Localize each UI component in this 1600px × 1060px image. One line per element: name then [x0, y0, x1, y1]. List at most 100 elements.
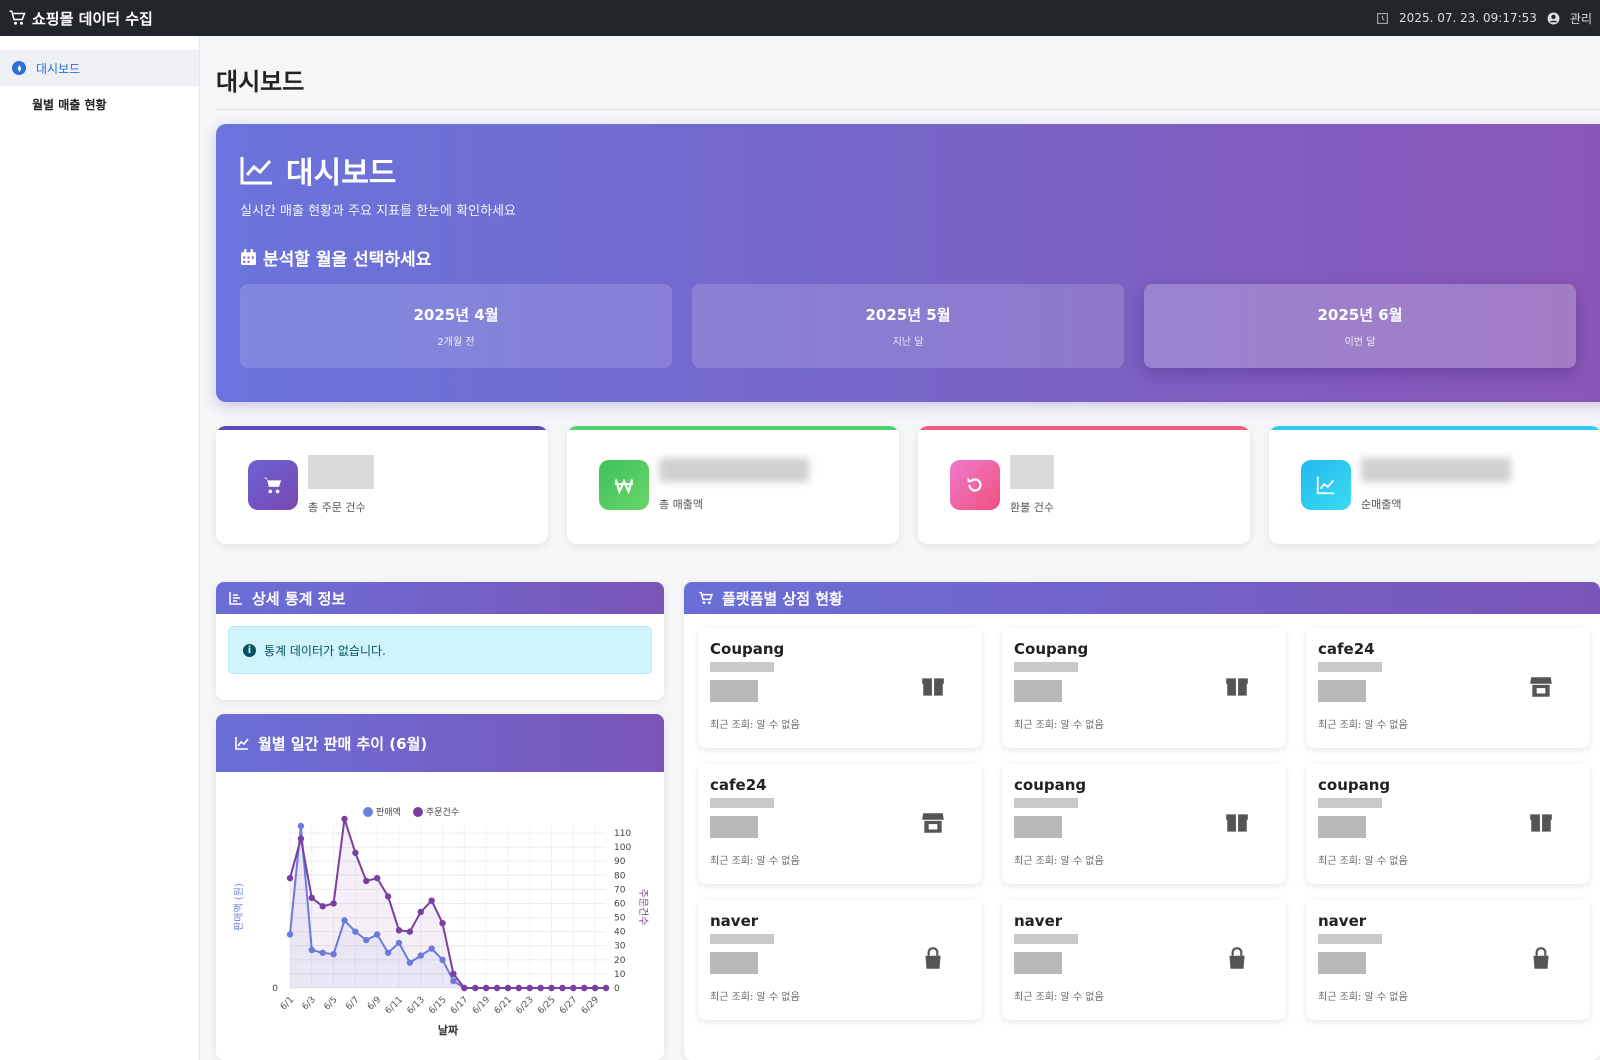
store-last-checked: 최근 조회: 알 수 없음	[1014, 992, 1104, 1003]
x-tick-label: 6/3	[301, 995, 318, 1012]
store-card[interactable]: naver 최근 조회: 알 수 없음	[698, 900, 982, 1020]
store-platform-name: cafe24	[710, 776, 767, 794]
store-value-redacted	[1318, 952, 1366, 974]
store-name-redacted	[1318, 798, 1382, 808]
store-platform-name: coupang	[1014, 776, 1087, 794]
stat-accent-bar	[216, 426, 548, 430]
panel-title: 플랫폼별 상점 현황	[722, 589, 843, 608]
store-last-checked: 최근 조회: 알 수 없음	[1318, 992, 1408, 1003]
page-title: 대시보드	[216, 62, 1600, 110]
store-last-checked: 최근 조회: 알 수 없음	[1318, 856, 1408, 867]
data-point	[352, 849, 359, 856]
x-tick-label: 6/9	[366, 995, 384, 1013]
month-relative: 2개월 전	[437, 337, 475, 348]
x-tick-label: 6/11	[384, 995, 405, 1016]
daily-trend-chart[interactable]: 0 10 20 30 40 50 60 70 80 90 100 110 0 판매액 (원) 주문건수날짜 6…	[216, 772, 664, 1060]
won-icon	[599, 460, 649, 510]
month-name: 2025년 4월	[413, 306, 499, 324]
sidebar-item-label: 월별 매출 현황	[32, 97, 107, 112]
data-point	[417, 908, 424, 916]
box-icon	[920, 674, 946, 700]
store-card[interactable]: naver 최근 조회: 알 수 없음	[1002, 900, 1286, 1020]
data-point	[482, 984, 490, 992]
store-card[interactable]: Coupang 최근 조회: 알 수 없음	[1002, 628, 1286, 748]
stat-label: 환불 건수	[1010, 501, 1054, 514]
month-select-prompt: 분석할 월을 선택하세요	[263, 250, 432, 270]
panel-header: 월별 일간 판매 추이 (6월)	[216, 714, 664, 772]
month-relative: 이번 달	[1344, 337, 1376, 348]
stat-value-redacted	[659, 458, 809, 482]
info-icon: i	[243, 643, 256, 657]
store-platform-name: Coupang	[710, 640, 785, 658]
dashboard-icon	[12, 61, 26, 75]
store-platform-name: Coupang	[1014, 640, 1089, 658]
data-point	[548, 984, 555, 992]
store-value-redacted	[1014, 816, 1062, 838]
user-menu[interactable]: 관리	[1570, 10, 1592, 27]
data-point	[591, 984, 599, 992]
month-option-april[interactable]: 2025년 4월 2개월 전	[240, 284, 672, 368]
store-last-checked: 최근 조회: 알 수 없음	[710, 856, 800, 867]
store-card[interactable]: cafe24 최근 조회: 알 수 없음	[698, 764, 982, 884]
store-value-redacted	[1014, 952, 1062, 974]
store-card[interactable]: coupang 최근 조회: 알 수 없음	[1306, 764, 1590, 884]
store-name-redacted	[1014, 934, 1078, 944]
chart-icon	[1301, 460, 1351, 510]
calendar-icon	[241, 249, 256, 265]
line-chart-icon	[240, 157, 272, 185]
empty-alert: i 통계 데이터가 없습니다.	[228, 626, 652, 674]
data-point	[537, 984, 544, 992]
store-icon	[920, 810, 946, 836]
store-grid: Coupang 최근 조회: 알 수 없음 Coupang 최근 조회: 알 수 없음…	[698, 628, 1590, 1020]
data-point	[559, 984, 566, 992]
stat-card-net-revenue: 순매출액	[1269, 426, 1600, 544]
store-card[interactable]: coupang 최근 조회: 알 수 없음	[1002, 764, 1286, 884]
bag-icon	[1224, 946, 1250, 972]
store-name-redacted	[1318, 662, 1382, 672]
top-navbar: 쇼핑몰 데이터 수집 2025. 07. 23. 09:17:53 관리	[0, 0, 1600, 36]
data-point	[450, 970, 457, 978]
app-brand[interactable]: 쇼핑몰 데이터 수집	[8, 8, 153, 29]
store-last-checked: 최근 조회: 알 수 없음	[1014, 720, 1104, 731]
sidebar-item-label: 대시보드	[36, 61, 81, 76]
clock-icon	[1377, 12, 1388, 24]
cart-icon	[9, 10, 26, 25]
data-point	[493, 984, 501, 992]
stat-accent-bar	[1269, 426, 1600, 430]
stat-card-orders: 총 주문 건수	[216, 426, 548, 544]
data-point	[439, 920, 446, 927]
stat-label: 순매출액	[1361, 498, 1402, 511]
cart-icon	[699, 591, 714, 604]
month-option-june[interactable]: 2025년 6월 이번 달	[1144, 284, 1576, 368]
y-right-tick-label: 20	[614, 956, 626, 966]
x-axis-label: 날짜	[438, 1023, 459, 1037]
y-right-tick-label: 70	[614, 885, 626, 895]
x-tick-label: 6/13	[406, 995, 427, 1016]
data-point	[297, 835, 305, 842]
store-value-redacted	[710, 816, 758, 838]
stat-value-redacted	[308, 455, 374, 489]
store-platform-name: naver	[1014, 912, 1063, 930]
sidebar-item-dashboard[interactable]: 대시보드	[0, 50, 199, 86]
store-name-redacted	[710, 798, 774, 808]
data-point	[581, 984, 588, 992]
box-icon	[1528, 810, 1554, 836]
store-icon	[1528, 674, 1554, 700]
data-point	[570, 984, 577, 992]
data-point	[286, 874, 294, 882]
sidebar-item-monthly-sales[interactable]: 월별 매출 현황	[0, 86, 199, 122]
store-card[interactable]: Coupang 최근 조회: 알 수 없음	[698, 628, 982, 748]
y-right-tick-label: 50	[614, 914, 626, 924]
store-card[interactable]: naver 최근 조회: 알 수 없음	[1306, 900, 1590, 1020]
line-chart-icon	[235, 737, 249, 750]
data-point	[472, 984, 479, 992]
hero-title: 대시보드	[286, 156, 397, 191]
month-option-may[interactable]: 2025년 5월 지난 달	[692, 284, 1124, 368]
month-name: 2025년 5월	[865, 306, 951, 324]
data-point	[504, 984, 512, 992]
daily-trend-panel: 월별 일간 판매 추이 (6월) 0 10 20 30 40 50 60 70 80 90 100 1…	[216, 714, 664, 1060]
user-icon[interactable]	[1547, 12, 1560, 25]
y-right-tick-label: 80	[614, 871, 626, 881]
store-card[interactable]: cafe24 최근 조회: 알 수 없음	[1306, 628, 1590, 748]
y-right-tick-label: 40	[614, 928, 626, 938]
